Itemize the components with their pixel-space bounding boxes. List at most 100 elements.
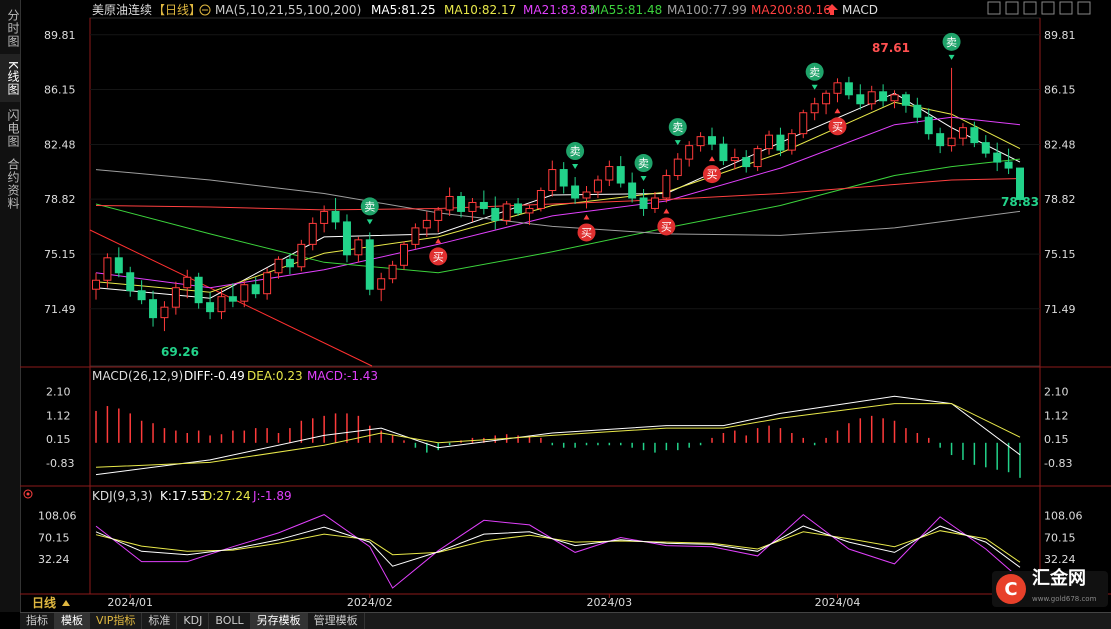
candle <box>388 260 397 284</box>
zoom-icon[interactable] <box>199 4 211 16</box>
buy-signal: 买 <box>828 108 847 136</box>
x-tick-label: 2024/02 <box>347 596 393 609</box>
macd-title: MACD(26,12,9) <box>92 369 183 383</box>
kdj-tick-left: 32.24 <box>38 553 70 566</box>
symbol-title: 美原油连续 <box>92 2 152 17</box>
ma55-value: MA55:81.48 <box>590 3 662 17</box>
period-selector[interactable]: 日线 <box>32 595 56 610</box>
price-tick-left: 78.82 <box>44 193 76 206</box>
sell-signal: 卖 <box>360 197 379 225</box>
tab-flash[interactable]: 闪电图 <box>0 104 20 152</box>
candle <box>958 123 967 146</box>
ma21-value: MA21:83.83 <box>523 3 595 17</box>
macd-tick-right: 1.12 <box>1044 409 1069 422</box>
candle <box>673 153 682 181</box>
candle <box>308 217 317 251</box>
tab-kline[interactable]: K线图 <box>0 54 20 102</box>
svg-text:卖: 卖 <box>570 145 581 158</box>
svg-text:卖: 卖 <box>809 66 820 79</box>
candle <box>1004 148 1013 175</box>
candle <box>833 78 842 103</box>
candle <box>331 197 340 230</box>
tab-kdj[interactable]: KDJ <box>177 613 210 629</box>
candle <box>411 223 420 249</box>
candle <box>206 292 215 320</box>
tab-contract-info[interactable]: 合约资料 <box>0 154 20 214</box>
candle <box>901 91 910 113</box>
candle <box>434 206 443 233</box>
candle <box>810 97 819 121</box>
kdj-settings-icon[interactable] <box>23 489 33 499</box>
svg-text:卖: 卖 <box>364 200 375 213</box>
svg-text:卖: 卖 <box>946 36 957 49</box>
kdj-tick-left: 108.06 <box>38 510 77 523</box>
fit-icon[interactable] <box>1041 1 1055 15</box>
candle <box>194 272 203 309</box>
macd-tick-left: -0.83 <box>46 457 74 470</box>
svg-text:买: 买 <box>433 250 444 263</box>
ma10-line <box>95 101 1021 293</box>
candle <box>559 162 568 194</box>
price-panel-frame <box>89 17 1041 367</box>
candle <box>137 280 146 305</box>
candle <box>114 247 123 278</box>
price-tick-right: 75.15 <box>1044 248 1076 261</box>
candle <box>639 189 648 216</box>
candle <box>457 192 466 218</box>
ma55-line <box>95 158 1021 274</box>
tab-timeshare[interactable]: 分时图 <box>0 4 20 52</box>
settings-icon[interactable] <box>1059 1 1073 15</box>
svg-text:买: 买 <box>832 120 843 133</box>
candle <box>947 67 956 152</box>
sell-signal: 卖 <box>805 62 824 90</box>
macd-tick-left: 1.12 <box>46 409 71 422</box>
period-dropdown-icon[interactable] <box>62 600 70 606</box>
grid-toggle-icon[interactable] <box>987 1 1001 15</box>
close-icon[interactable] <box>1077 1 1091 15</box>
tab-standard[interactable]: 标准 <box>142 613 178 629</box>
zoom-in-icon[interactable] <box>1005 1 1019 15</box>
ma200-value: MA200:80.16 <box>751 3 831 17</box>
svg-text:买: 买 <box>581 226 592 239</box>
zoom-out-icon[interactable] <box>1023 1 1037 15</box>
ma5-line <box>95 92 1021 299</box>
tab-manage-template[interactable]: 管理模板 <box>308 613 365 629</box>
candle <box>730 148 739 170</box>
candle <box>126 266 135 297</box>
tab-template[interactable]: 模板 <box>55 613 90 629</box>
tab-vip-indicator[interactable]: VIP指标 <box>90 613 143 629</box>
sidebar: 分时图 K线图 闪电图 合约资料 <box>0 0 21 612</box>
candle <box>844 76 853 100</box>
candle <box>149 290 158 327</box>
candle <box>913 97 922 124</box>
candle <box>936 127 945 154</box>
price-tick-left: 86.15 <box>44 84 76 97</box>
sell-signal: 卖 <box>668 118 687 146</box>
price-tick-left: 89.81 <box>44 29 76 42</box>
chart-area[interactable]: 美原油连续 【日线】 MA(5,10,21,55,100,200) MA5:81… <box>20 0 1111 612</box>
tab-indicator[interactable]: 指标 <box>20 613 55 629</box>
candle <box>685 141 694 167</box>
x-tick-label: 2024/01 <box>107 596 153 609</box>
candle <box>468 197 477 222</box>
kdj-tick-right: 70.15 <box>1044 531 1076 544</box>
x-tick-label: 2024/04 <box>815 596 861 609</box>
candle <box>171 281 180 315</box>
candle <box>742 150 751 173</box>
indicator-name[interactable]: MACD <box>842 3 878 17</box>
tab-save-template[interactable]: 另存模板 <box>250 613 308 629</box>
candle <box>514 197 523 216</box>
brand-logo: C 汇金网 www.gold678.com <box>992 569 1108 607</box>
low-price-label: 69.26 <box>161 345 199 359</box>
high-price-label: 87.61 <box>872 41 910 55</box>
tab-boll[interactable]: BOLL <box>209 613 251 629</box>
price-tick-right: 78.82 <box>1044 193 1076 206</box>
candle <box>662 169 671 203</box>
kdj-tick-left: 70.15 <box>38 531 70 544</box>
macd-y-ticks: 2.10 2.10 1.12 1.12 0.15 0.15 -0.83 -0.83 <box>46 385 1072 470</box>
candle <box>765 130 774 155</box>
ma21-line <box>95 116 1021 289</box>
candle <box>799 109 808 139</box>
ma100-line <box>95 169 1021 236</box>
candle <box>993 142 1002 172</box>
